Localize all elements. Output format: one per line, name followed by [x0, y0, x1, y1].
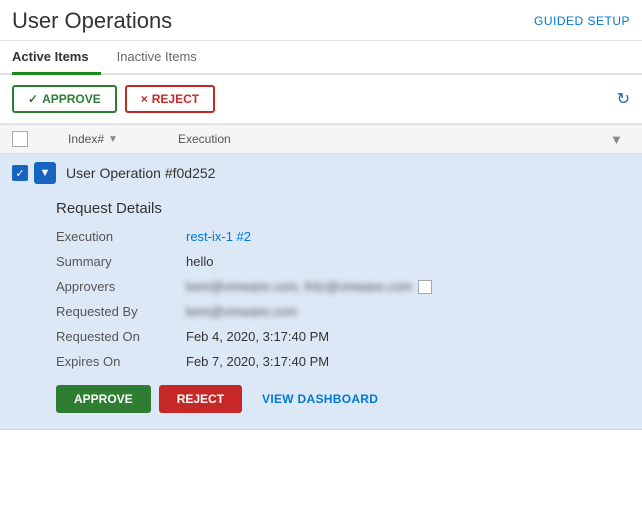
row-header: ✓ ▼ User Operation #f0d252 — [0, 154, 642, 192]
detail-execution-row: Execution rest-ix-1 #2 — [56, 229, 626, 244]
view-dashboard-button[interactable]: VIEW DASHBOARD — [250, 385, 390, 413]
execution-value[interactable]: rest-ix-1 #2 — [186, 229, 251, 244]
detail-summary-row: Summary hello — [56, 254, 626, 269]
row-title: User Operation #f0d252 — [66, 165, 215, 181]
guided-setup-link[interactable]: GUIDED SETUP — [534, 14, 630, 28]
row-expand-button[interactable]: ▼ — [34, 162, 56, 184]
reject-x-icon: × — [141, 92, 148, 106]
reject-toolbar-button[interactable]: × REJECT — [125, 85, 215, 113]
detail-approvers-row: Approvers kem@vmware.com, fritz@vmware.c… — [56, 279, 626, 294]
row-checkbox[interactable]: ✓ — [12, 165, 28, 181]
header-index-col: Index# ▼ — [68, 132, 178, 146]
approvers-container: kem@vmware.com, fritz@vmware.com — [186, 279, 432, 294]
page-title: User Operations — [12, 8, 172, 34]
expires-on-label: Expires On — [56, 354, 186, 369]
expires-on-value: Feb 7, 2020, 3:17:40 PM — [186, 354, 329, 369]
approve-action-button[interactable]: APPROVE — [56, 385, 151, 413]
approve-toolbar-button[interactable]: ✓ APPROVE — [12, 85, 117, 113]
toolbar: ✓ APPROVE × REJECT ↻ — [0, 75, 642, 124]
refresh-icon[interactable]: ↻ — [617, 89, 630, 109]
summary-label: Summary — [56, 254, 186, 269]
sort-icon[interactable]: ▼ — [108, 134, 118, 145]
approvers-label: Approvers — [56, 279, 186, 294]
detail-panel: Request Details Execution rest-ix-1 #2 S… — [0, 192, 642, 429]
header-checkbox-col — [12, 131, 40, 147]
approvers-value: kem@vmware.com, fritz@vmware.com — [186, 279, 412, 294]
table-row: ✓ ▼ User Operation #f0d252 Request Detai… — [0, 154, 642, 430]
tab-inactive-items[interactable]: Inactive Items — [117, 41, 209, 75]
tab-active-items[interactable]: Active Items — [12, 41, 101, 75]
requested-by-value: kem@vmware.com — [186, 304, 297, 319]
tabs-container: Active Items Inactive Items — [0, 41, 642, 75]
detail-section-title: Request Details — [56, 200, 626, 217]
reject-action-button[interactable]: REJECT — [159, 385, 242, 413]
requested-on-value: Feb 4, 2020, 3:17:40 PM — [186, 329, 329, 344]
header-execution-col: Execution — [178, 132, 610, 146]
requested-on-label: Requested On — [56, 329, 186, 344]
requested-by-label: Requested By — [56, 304, 186, 319]
execution-label: Execution — [56, 229, 186, 244]
summary-value: hello — [186, 254, 213, 269]
action-bar: APPROVE REJECT VIEW DASHBOARD — [56, 385, 626, 413]
approvers-checkbox[interactable] — [418, 280, 432, 294]
select-all-checkbox[interactable] — [12, 131, 28, 147]
detail-requested-on-row: Requested On Feb 4, 2020, 3:17:40 PM — [56, 329, 626, 344]
filter-icon[interactable]: ▼ — [610, 132, 630, 147]
page-header: User Operations GUIDED SETUP — [0, 0, 642, 41]
table-header: Index# ▼ Execution ▼ — [0, 124, 642, 154]
approve-check-icon: ✓ — [28, 92, 38, 106]
detail-requested-by-row: Requested By kem@vmware.com — [56, 304, 626, 319]
detail-expires-on-row: Expires On Feb 7, 2020, 3:17:40 PM — [56, 354, 626, 369]
